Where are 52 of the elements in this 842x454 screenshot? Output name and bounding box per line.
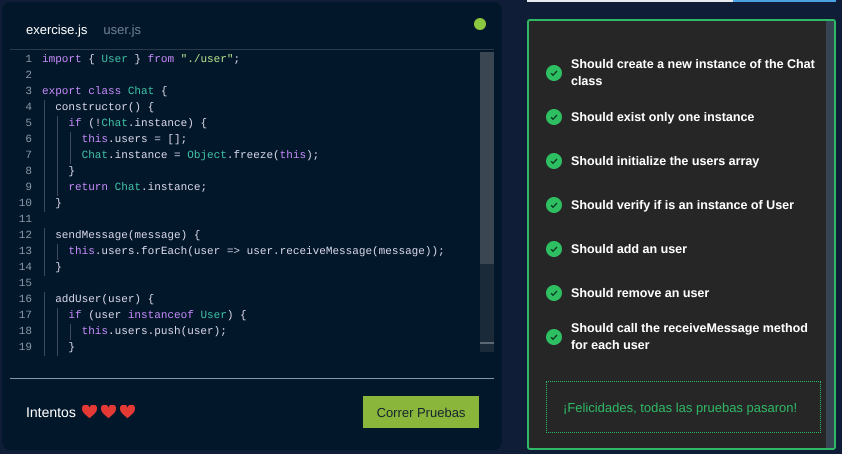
run-tests-button[interactable]: Correr Pruebas — [363, 396, 479, 428]
line-number: 4 — [24, 101, 32, 116]
line-number: 3 — [24, 85, 32, 100]
file-tab[interactable]: user.js — [103, 14, 141, 37]
line-number: 10 — [18, 197, 32, 212]
code-line: if (user instanceof User) { — [42, 308, 247, 324]
line-number: 14 — [18, 261, 32, 276]
result-message: ¡Felicidades, todas las pruebas pasaron! — [563, 400, 798, 414]
code-line: import { User } from "./user"; — [42, 53, 240, 68]
code-line: return Chat.instance; — [42, 180, 208, 196]
line-number: 12 — [18, 229, 32, 244]
test-label: Should create a new instance of the Chat class — [571, 56, 816, 90]
code-line: Chat.instance = Object.freeze(this); — [42, 148, 320, 164]
line-number: 1 — [24, 53, 32, 68]
line-number: 9 — [24, 181, 32, 196]
code-line: } — [42, 196, 62, 212]
code-line: if (!Chat.instance) { — [42, 116, 208, 132]
code-line: addUser(user) { — [42, 292, 154, 308]
code-line: export class Chat { — [42, 85, 168, 100]
code-line: this.users.forEach(user => user.receiveMessage(message)); — [42, 244, 445, 260]
scrollbar[interactable] — [480, 52, 494, 352]
test-label: Should add an user — [571, 240, 688, 258]
heart-icon — [82, 405, 97, 419]
heart-icon — [100, 405, 116, 419]
code-line: this.users.push(user); — [42, 324, 227, 340]
line-number: 17 — [18, 309, 32, 324]
test-label: Should initialize the users array — [571, 152, 760, 170]
test-label: Should remove an user — [571, 284, 710, 302]
line-number: 13 — [18, 245, 32, 260]
line-number: 15 — [18, 277, 32, 292]
code-line: sendMessage(message) { — [42, 228, 200, 244]
test-label: Should exist only one instance — [571, 108, 756, 126]
line-number: 5 — [24, 117, 32, 132]
test-label: Should verify if is an instance of User — [571, 196, 795, 214]
line-number: 7 — [24, 149, 32, 164]
code-line: } — [42, 340, 76, 356]
line-number: 11 — [18, 213, 32, 228]
line-number: 6 — [24, 133, 32, 148]
file-tab[interactable]: exercise.js — [26, 14, 88, 37]
line-number: 2 — [24, 69, 32, 84]
line-number: 19 — [18, 341, 32, 356]
heart-icon — [120, 405, 135, 419]
code-line: } — [42, 260, 62, 276]
line-number: 18 — [18, 325, 32, 340]
scrollbar[interactable] — [826, 21, 834, 448]
code-line: } — [42, 164, 76, 180]
code-line: this.users = []; — [42, 132, 188, 148]
test-label: Should call the receiveMessage method for each user — [571, 320, 809, 354]
line-number: 8 — [24, 165, 32, 180]
code-line: constructor() { — [42, 100, 154, 116]
line-number: 16 — [18, 293, 32, 308]
attempts-label: Intentos — [26, 404, 76, 420]
